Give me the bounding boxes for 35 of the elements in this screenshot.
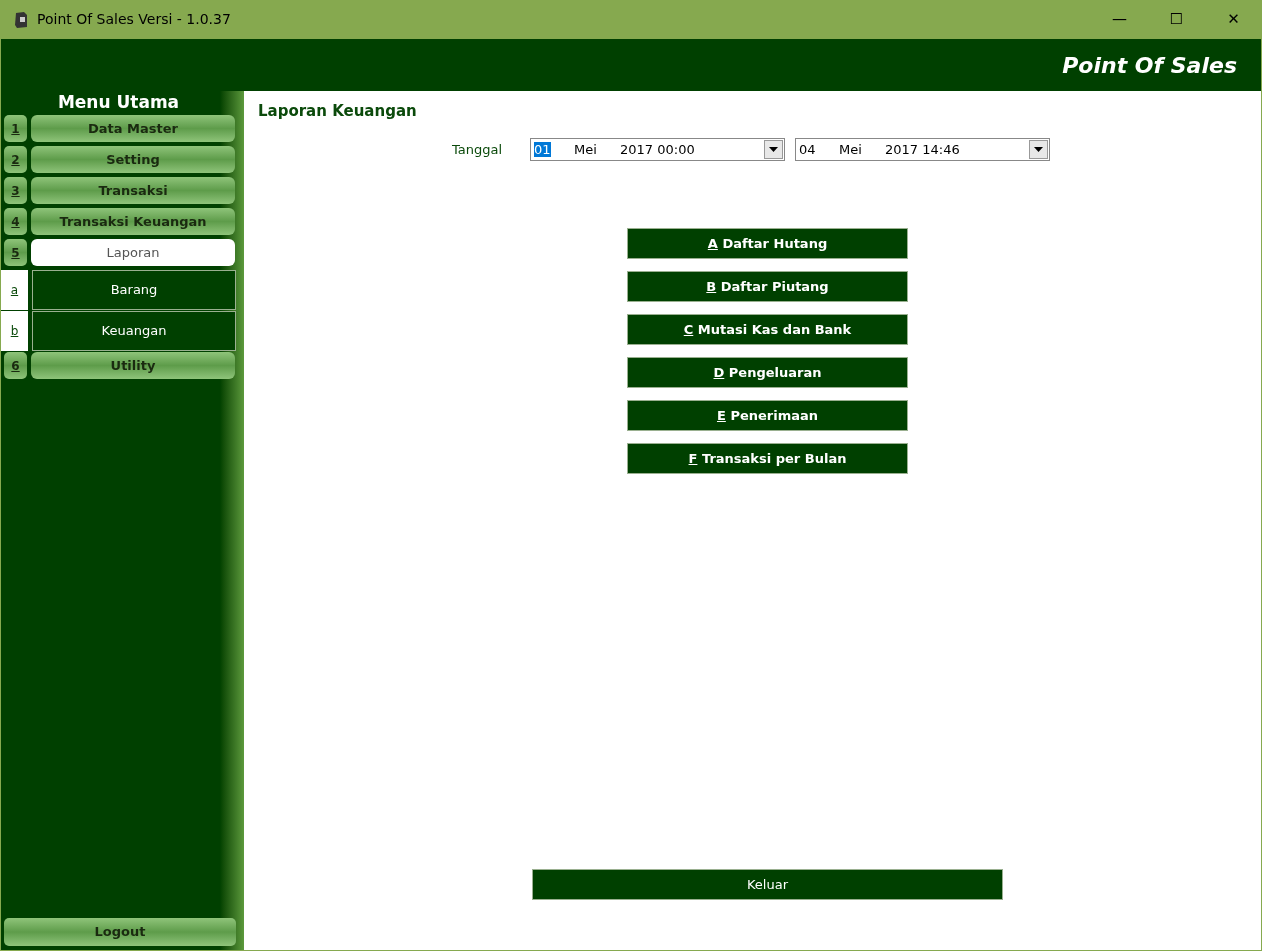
menu-shortcut-key: 2 [4, 146, 27, 173]
menu-shortcut-key: 3 [4, 177, 27, 204]
date-label: Tanggal [452, 140, 504, 159]
submenu-item[interactable]: Keuangan [32, 311, 236, 351]
submenu-shortcut-key: a [1, 270, 28, 310]
menu-shortcut-key: 5 [4, 239, 27, 266]
menu-shortcut-key: 6 [4, 352, 27, 379]
date-picker-field[interactable]: 01 Mei 2017 00:00 [530, 138, 785, 161]
window-title: Point Of Sales Versi - 1.0.37 [37, 10, 231, 29]
submenu-item[interactable]: Barang [32, 270, 236, 310]
menu-shortcut-key: 1 [4, 115, 27, 142]
menu-item[interactable]: Utility [31, 352, 235, 379]
logout-button[interactable]: Logout [4, 918, 236, 946]
report-button[interactable]: F Transaksi per Bulan [627, 443, 908, 474]
report-button[interactable]: D Pengeluaran [627, 357, 908, 388]
report-button[interactable]: C Mutasi Kas dan Bank [627, 314, 908, 345]
app-icon [13, 10, 29, 29]
menu-title: Menu Utama [57, 91, 180, 115]
menu-item[interactable]: Transaksi [31, 177, 235, 204]
app-header-title: Point Of Sales [1062, 51, 1237, 80]
report-button[interactable]: B Daftar Piutang [627, 271, 908, 302]
report-button[interactable]: A Daftar Hutang [627, 228, 908, 259]
menu-item[interactable]: Data Master [31, 115, 235, 142]
close-button[interactable]: ✕ [1205, 0, 1262, 39]
minimize-button[interactable]: — [1091, 0, 1148, 39]
report-button[interactable]: E Penerimaan [627, 400, 908, 431]
maximize-button[interactable]: ☐ [1148, 0, 1205, 39]
submenu-shortcut-key: b [1, 311, 28, 351]
menu-item[interactable]: Transaksi Keuangan [31, 208, 235, 235]
date-picker-field[interactable]: 04 Mei 2017 14:46 [795, 138, 1050, 161]
exit-button[interactable]: Keluar [532, 869, 1003, 900]
menu-item[interactable]: Laporan [31, 239, 235, 266]
page-title: Laporan Keuangan [258, 102, 417, 120]
menu-item[interactable]: Setting [31, 146, 235, 173]
menu-shortcut-key: 4 [4, 208, 27, 235]
